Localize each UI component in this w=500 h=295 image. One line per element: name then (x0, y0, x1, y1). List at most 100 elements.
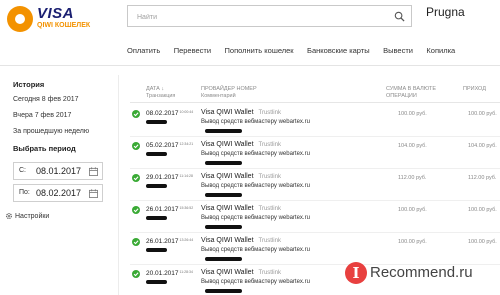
row-income: 112.00 руб. (468, 175, 497, 181)
row-income: 100.00 руб. (468, 111, 497, 117)
row-amount: 100.00 руб. (398, 239, 427, 245)
row-date-value: 20.01.2017 (146, 270, 179, 277)
sidebar-item-today[interactable]: Сегодня 8 фев 2017 (13, 96, 113, 106)
table-row[interactable]: 26.01.201713:26:44 Visa QIWI Wallet Trustl… (130, 233, 500, 265)
settings-link[interactable]: Настройки (5, 212, 49, 220)
period-title: Выбрать период (13, 144, 76, 153)
row-comment: Вывод средств вебмастеру webartex.ru (201, 247, 310, 253)
table-row[interactable]: 05.02.201712:34:21 Visa QIWI Wallet Trustl… (130, 137, 500, 169)
row-time: 11:28:34 (179, 270, 193, 274)
row-date: 05.02.201712:34:21 (146, 142, 193, 149)
row-date-value: 29.01.2017 (146, 174, 179, 181)
settings-label: Настройки (15, 212, 50, 220)
success-check-icon (132, 142, 140, 150)
date-to-value[interactable]: 08.02.2017 (36, 188, 81, 198)
row-time: 11:14:28 (179, 174, 193, 178)
nav-piggy-bank[interactable]: Копилка (426, 46, 455, 55)
sidebar-item-week[interactable]: За прошедшую неделю (13, 128, 113, 138)
col-date-header[interactable]: ДАТА ↓ Транзакция (146, 86, 175, 100)
row-date: 26.01.201713:26:44 (146, 238, 193, 245)
redacted-transaction-id (146, 216, 167, 220)
row-date: 26.01.201715:36:52 (146, 206, 193, 213)
row-provider-sub: Trustlink (258, 110, 281, 116)
redacted-transaction-id (146, 280, 167, 284)
row-comment: Вывод средств вебмастеру webartex.ru (201, 215, 310, 221)
date-to-field[interactable]: По: 08.02.2017 (13, 184, 103, 202)
redacted-number (205, 161, 242, 165)
table-header-divider (130, 102, 500, 103)
row-date: 29.01.201711:14:28 (146, 174, 193, 181)
row-date: 20.01.201711:28:34 (146, 270, 193, 277)
user-name[interactable]: Prugna (426, 5, 465, 19)
watermark-text: Recommend.ru (370, 264, 473, 281)
table-row[interactable]: 29.01.201711:14:28 Visa QIWI Wallet Trustl… (130, 169, 500, 201)
search-input[interactable] (128, 7, 378, 28)
header-divider (0, 65, 500, 66)
row-provider: Visa QIWI Wallet Trustlink (201, 269, 281, 276)
logo-subtitle: QIWI КОШЕЛЕК (37, 22, 91, 29)
row-time: 12:34:21 (179, 142, 194, 146)
redacted-number (205, 129, 242, 133)
row-provider-sub: Trustlink (258, 270, 281, 276)
calendar-icon[interactable] (89, 189, 98, 198)
row-date-value: 05.02.2017 (146, 142, 179, 149)
row-provider: Visa QIWI Wallet Trustlink (201, 205, 281, 212)
row-time: 10:00:44 (179, 110, 194, 114)
row-provider-sub: Trustlink (258, 238, 281, 244)
success-check-icon (132, 238, 140, 246)
nav-transfer[interactable]: Перевести (174, 46, 211, 55)
history-title[interactable]: История (13, 80, 113, 90)
top-nav: Оплатить Перевести Пополнить кошелек Бан… (127, 40, 464, 55)
calendar-icon[interactable] (89, 167, 98, 176)
row-provider-name: Visa QIWI Wallet (201, 237, 254, 244)
row-income: 100.00 руб. (468, 239, 497, 245)
col-date-subtitle: Транзакция (146, 93, 176, 99)
search-box (127, 5, 412, 28)
success-check-icon (132, 270, 140, 278)
qiwi-logo-icon (7, 6, 33, 32)
redacted-number (205, 193, 242, 197)
date-from-label: С: (19, 167, 26, 174)
redacted-transaction-id (146, 184, 167, 188)
nav-topup[interactable]: Пополнить кошелек (225, 46, 294, 55)
row-date-value: 26.01.2017 (146, 238, 179, 245)
date-from-field[interactable]: С: 08.01.2017 (13, 162, 103, 180)
table-row[interactable]: 26.01.201715:36:52 Visa QIWI Wallet Trustl… (130, 201, 500, 233)
row-amount: 100.00 руб. (398, 111, 427, 117)
row-provider-name: Visa QIWI Wallet (201, 205, 254, 212)
redacted-transaction-id (146, 120, 167, 124)
row-provider-name: Visa QIWI Wallet (201, 109, 254, 116)
success-check-icon (132, 206, 140, 214)
row-time: 13:26:44 (179, 238, 194, 242)
success-check-icon (132, 110, 140, 118)
row-date: 08.02.201710:00:44 (146, 110, 193, 117)
sidebar-item-yesterday[interactable]: Вчера 7 фев 2017 (13, 112, 113, 122)
row-date-value: 26.01.2017 (146, 206, 179, 213)
success-check-icon (132, 174, 140, 182)
watermark-logo-icon: I (345, 262, 367, 284)
row-provider-name: Visa QIWI Wallet (201, 141, 254, 148)
row-provider-name: Visa QIWI Wallet (201, 269, 254, 276)
row-income: 104.00 руб. (468, 143, 497, 149)
qiwi-logo[interactable]: VISA QIWI КОШЕЛЕК (5, 4, 95, 34)
table-row[interactable]: 08.02.201710:00:44 Visa QIWI Wallet Trustl… (130, 105, 500, 137)
row-provider: Visa QIWI Wallet Trustlink (201, 173, 281, 180)
row-income: 100.00 руб. (468, 207, 497, 213)
row-provider: Visa QIWI Wallet Trustlink (201, 237, 281, 244)
row-provider-name: Visa QIWI Wallet (201, 173, 254, 180)
redacted-number (205, 257, 242, 261)
nav-withdraw[interactable]: Вывести (383, 46, 413, 55)
date-from-value[interactable]: 08.01.2017 (36, 166, 81, 176)
row-provider-sub: Trustlink (258, 142, 281, 148)
redacted-number (205, 289, 242, 293)
row-comment: Вывод средств вебмастеру webartex.ru (201, 119, 310, 125)
search-icon[interactable] (394, 11, 405, 22)
row-time: 15:36:52 (179, 206, 194, 210)
row-provider-sub: Trustlink (258, 174, 281, 180)
nav-pay[interactable]: Оплатить (127, 46, 160, 55)
row-amount: 104.00 руб. (398, 143, 427, 149)
row-provider-sub: Trustlink (258, 206, 281, 212)
row-provider: Visa QIWI Wallet Trustlink (201, 109, 281, 116)
sidebar: История Сегодня 8 фев 2017 Вчера 7 фев 2… (13, 80, 113, 138)
nav-bank-cards[interactable]: Банковские карты (307, 46, 370, 55)
